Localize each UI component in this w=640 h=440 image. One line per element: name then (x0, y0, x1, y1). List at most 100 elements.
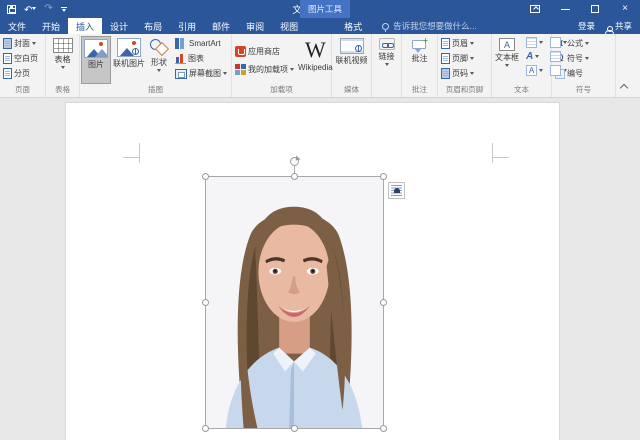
online-video-button[interactable]: 联机视频 (334, 36, 370, 84)
chart-button[interactable]: 图表 (173, 51, 229, 66)
redo-icon[interactable]: ↷ (44, 4, 52, 14)
tab-references[interactable]: 引用 (170, 18, 204, 34)
sign-in-button[interactable]: 登录 (578, 20, 595, 32)
tab-file[interactable]: 文件 (0, 18, 34, 34)
page-number-label: 页码 (452, 68, 468, 79)
portrait-photo (206, 177, 383, 428)
store-label: 应用商店 (248, 46, 280, 57)
quick-parts-button[interactable] (524, 36, 545, 48)
date-time-icon (550, 51, 561, 62)
save-icon[interactable] (7, 5, 16, 14)
smartart-icon (175, 38, 187, 49)
header-button[interactable]: 页眉 (439, 36, 490, 51)
document-area[interactable] (0, 98, 640, 440)
tab-review[interactable]: 审阅 (238, 18, 272, 34)
group-label-media: 媒体 (332, 84, 371, 97)
cover-page-icon (3, 38, 12, 49)
chevron-down-icon (290, 68, 294, 71)
resize-handle-bottom-center[interactable] (291, 425, 298, 432)
online-pictures-label: 联机图片 (113, 58, 145, 69)
page-number-button[interactable]: 页码 (439, 66, 490, 81)
customize-qat-button[interactable] (61, 7, 67, 12)
tell-me-box[interactable]: 告诉我您想要做什么... (382, 18, 477, 34)
resize-handle-middle-left[interactable] (202, 299, 209, 306)
store-button[interactable]: 应用商店 (233, 44, 296, 59)
signature-line-icon (550, 37, 561, 48)
cover-page-button[interactable]: 封面 (1, 36, 44, 51)
ribbon-tab-bar: 文件 开始 插入 设计 布局 引用 邮件 审阅 视图 格式 告诉我您想要做什么.… (0, 18, 640, 34)
wordart-button[interactable]: A (524, 50, 545, 62)
chevron-down-icon (385, 63, 389, 66)
online-pictures-button[interactable]: 联机图片 (111, 36, 147, 84)
my-addins-button[interactable]: 我的加载项 (233, 62, 296, 77)
sun-dot (132, 41, 136, 45)
group-label-comments: 批注 (402, 84, 437, 97)
drop-cap-icon: A (526, 65, 537, 76)
resize-handle-bottom-right[interactable] (380, 425, 387, 432)
equation-button[interactable]: π公式 (553, 36, 614, 51)
smartart-button[interactable]: SmartArt (173, 36, 229, 51)
globe-icon (132, 48, 139, 55)
document-page[interactable] (65, 102, 560, 440)
ribbon-display-options-icon (530, 5, 540, 13)
layout-options-button[interactable] (388, 182, 405, 199)
shapes-label: 形状 (151, 57, 167, 68)
chevron-down-icon (585, 42, 589, 45)
selected-picture[interactable] (205, 176, 384, 429)
chevron-down-icon (505, 64, 509, 67)
links-label: 链接 (379, 51, 395, 62)
drop-cap-button[interactable]: A (524, 64, 545, 76)
rotation-handle[interactable] (290, 157, 299, 166)
blank-page-button[interactable]: 空白页 (1, 51, 44, 66)
footer-button[interactable]: 页脚 (439, 51, 490, 66)
tab-insert[interactable]: 插入 (68, 18, 102, 34)
group-label-symbols: 符号 (552, 84, 615, 97)
screenshot-button[interactable]: 屏幕截图 (173, 66, 229, 81)
tab-view[interactable]: 视图 (272, 18, 306, 34)
resize-handle-middle-right[interactable] (380, 299, 387, 306)
number-button[interactable]: 1编号 (553, 66, 614, 81)
share-label[interactable]: 共享 (615, 20, 632, 32)
comment-button[interactable]: + 批注 (409, 36, 431, 84)
pictures-button[interactable]: 图片 (81, 36, 111, 84)
margin-mark (139, 143, 140, 163)
close-button[interactable]: × (610, 0, 640, 18)
links-button[interactable]: 链接 (377, 36, 397, 84)
resize-handle-bottom-left[interactable] (202, 425, 209, 432)
chevron-down-icon (32, 7, 36, 10)
footer-label: 页脚 (452, 53, 468, 64)
resize-handle-top-left[interactable] (202, 173, 209, 180)
group-label-addins: 加载项 (232, 84, 331, 97)
symbol-button[interactable]: Ω符号 (553, 51, 614, 66)
table-button[interactable]: 表格 (51, 36, 75, 84)
resize-handle-top-center[interactable] (291, 173, 298, 180)
tab-mailings[interactable]: 邮件 (204, 18, 238, 34)
group-text: A 文本框 A A 文本 (492, 34, 552, 97)
minimize-button[interactable] (550, 0, 580, 18)
wikipedia-button[interactable]: W Wikipedia (296, 36, 335, 84)
group-label-header-footer: 页眉和页脚 (438, 84, 491, 97)
text-box-button[interactable]: A 文本框 (493, 36, 521, 84)
undo-button[interactable]: ↶ (24, 0, 36, 18)
tab-design[interactable]: 设计 (102, 18, 136, 34)
link-icon (379, 38, 395, 50)
chevron-down-icon (539, 41, 543, 44)
collapse-ribbon-button[interactable] (621, 85, 628, 89)
my-addins-icon (235, 64, 246, 75)
margin-mark (123, 157, 140, 158)
ribbon-display-options-button[interactable] (520, 0, 550, 18)
tab-format[interactable]: 格式 (336, 18, 370, 34)
resize-handle-top-right[interactable] (380, 173, 387, 180)
group-label-illustrations: 插图 (80, 84, 231, 97)
tab-home[interactable]: 开始 (34, 18, 68, 34)
restore-button[interactable] (580, 0, 610, 18)
window-controls: × (520, 0, 640, 18)
page-break-button[interactable]: 分页 (1, 66, 44, 81)
plus-icon: + (423, 38, 429, 44)
tab-layout[interactable]: 布局 (136, 18, 170, 34)
shapes-button[interactable]: 形状 (147, 36, 171, 84)
comment-label: 批注 (412, 53, 428, 64)
symbol-label: 符号 (567, 53, 583, 64)
close-icon: × (622, 4, 628, 14)
margin-mark (492, 157, 509, 158)
